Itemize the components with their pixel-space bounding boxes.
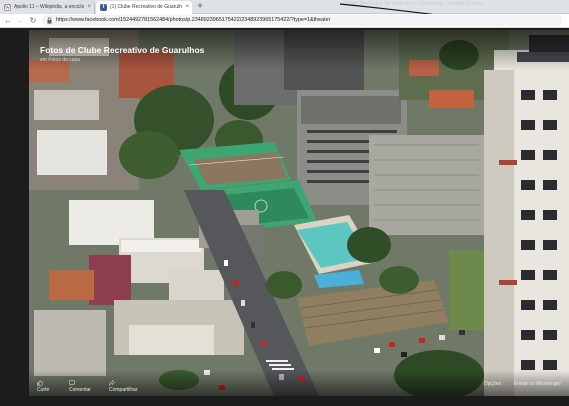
share-label: Compartilhar	[109, 387, 138, 393]
browser-toolbar: ← → ↻ https://www.facebook.com/152449278…	[0, 14, 569, 28]
forward-button[interactable]: →	[15, 15, 25, 26]
like-label: Curtir	[37, 387, 50, 393]
album-title[interactable]: Fotos de Clube Recreativo de Guarulhos	[40, 45, 204, 55]
reload-button[interactable]: ↻	[28, 15, 38, 26]
share-button[interactable]: Compartilhar	[109, 380, 138, 394]
url-text: https://www.facebook.com/152449278156248…	[56, 17, 331, 23]
album-subtitle[interactable]: em Fotos da capa	[40, 57, 80, 63]
aerial-city-photo	[29, 30, 569, 396]
send-messenger-button[interactable]: Enviar no Messenger	[514, 380, 561, 388]
lock-icon	[47, 17, 52, 24]
thumbs-up-icon	[37, 380, 43, 386]
comment-button[interactable]: Comentar	[69, 380, 91, 394]
address-bar[interactable]: https://www.facebook.com/152449278156248…	[42, 15, 562, 26]
tab-strip: W Apollo 11 – Wikipédia, a enciclo × f (…	[0, 0, 569, 23]
like-button[interactable]: Curtir	[37, 380, 49, 394]
photo-viewer[interactable]: Fotos de Clube Recreativo de Guarulhos e…	[29, 30, 569, 396]
back-button[interactable]: ←	[3, 15, 13, 26]
comment-label: Comentar	[69, 387, 91, 393]
options-button[interactable]: Opções	[484, 380, 501, 388]
comment-icon	[69, 380, 75, 386]
share-icon	[109, 380, 115, 386]
